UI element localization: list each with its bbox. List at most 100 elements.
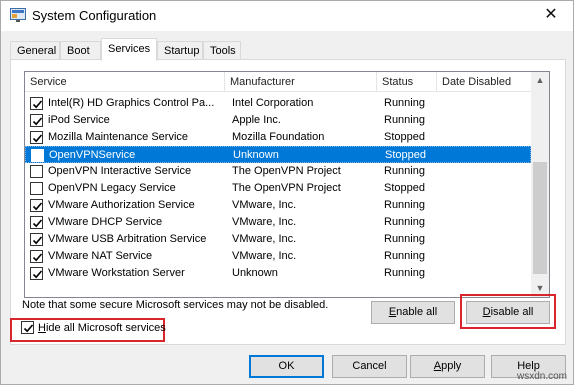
tab-boot[interactable]: Boot — [60, 41, 101, 60]
service-name: OpenVPN Legacy Service — [48, 182, 176, 194]
hide-ms-rest: ide all Microsoft services — [45, 322, 166, 334]
service-status: Stopped — [384, 182, 425, 194]
service-checkbox[interactable] — [30, 114, 43, 127]
service-checkbox[interactable] — [30, 216, 43, 229]
tab-startup[interactable]: Startup — [157, 41, 203, 60]
disable-all-accel: D — [482, 306, 491, 318]
service-name: OpenVPN Interactive Service — [48, 165, 192, 177]
window-title: System Configuration — [32, 8, 157, 23]
list-rows: Intel(R) HD Graphics Control Pa... Intel … — [25, 95, 531, 282]
table-row[interactable]: Intel(R) HD Graphics Control Pa... Intel … — [25, 95, 531, 112]
checkmark-icon — [32, 202, 43, 211]
enable-all-button[interactable]: Enable all — [371, 301, 455, 324]
list-header: Service Manufacturer Status Date Disable… — [25, 72, 531, 92]
service-status: Stopped — [385, 149, 426, 161]
secure-services-note: Note that some secure Microsoft services… — [22, 299, 329, 311]
system-configuration-window: System Configuration ✕ General Boot Serv… — [0, 0, 574, 385]
service-checkbox[interactable] — [30, 267, 43, 280]
service-manufacturer: VMware, Inc. — [232, 199, 297, 211]
column-header-date-disabled[interactable]: Date Disabled — [437, 72, 531, 92]
service-status: Running — [384, 233, 425, 245]
service-manufacturer: The OpenVPN Project — [232, 182, 341, 194]
service-name: VMware USB Arbitration Service — [48, 233, 207, 245]
service-status: Running — [384, 250, 425, 262]
service-manufacturer: Unknown — [233, 149, 279, 161]
service-manufacturer: VMware, Inc. — [232, 216, 297, 228]
service-name: OpenVPNService — [49, 149, 136, 161]
checkmark-icon — [32, 134, 43, 143]
apply-label: pply — [441, 360, 462, 372]
tab-general[interactable]: General — [10, 41, 60, 60]
checkmark-icon — [32, 117, 43, 126]
service-status: Stopped — [384, 131, 425, 143]
service-manufacturer: Mozilla Foundation — [232, 131, 325, 143]
service-checkbox[interactable] — [30, 233, 43, 246]
close-icon[interactable]: ✕ — [529, 1, 573, 31]
service-status: Running — [384, 216, 425, 228]
service-name: iPod Service — [48, 114, 110, 126]
service-status: Running — [384, 199, 425, 211]
service-checkbox[interactable] — [30, 182, 43, 195]
table-row[interactable]: VMware Workstation Server Unknown Running — [25, 265, 531, 282]
table-row[interactable]: VMware USB Arbitration Service VMware, In… — [25, 231, 531, 248]
service-manufacturer: Apple Inc. — [232, 114, 281, 126]
service-manufacturer: The OpenVPN Project — [232, 165, 341, 177]
disable-all-label: isable all — [490, 306, 534, 318]
service-status: Running — [384, 267, 425, 279]
service-checkbox[interactable] — [31, 149, 44, 162]
service-status: Running — [384, 97, 425, 109]
service-status: Running — [384, 165, 425, 177]
cancel-button[interactable]: Cancel — [332, 355, 407, 378]
service-status: Running — [384, 114, 425, 126]
msconfig-app-icon — [10, 8, 26, 22]
apply-button[interactable]: Apply — [410, 355, 485, 378]
service-manufacturer: Intel Corporation — [232, 97, 314, 109]
service-manufacturer: VMware, Inc. — [232, 250, 297, 262]
table-row[interactable]: VMware Authorization Service VMware, Inc.… — [25, 197, 531, 214]
services-list[interactable]: Service Manufacturer Status Date Disable… — [24, 71, 550, 298]
checkmark-icon — [32, 270, 43, 279]
table-row[interactable]: VMware DHCP Service VMware, Inc. Running — [25, 214, 531, 231]
tab-strip: General Boot Services Startup Tools — [10, 38, 570, 61]
checkmark-icon — [32, 100, 43, 109]
services-panel: Service Manufacturer Status Date Disable… — [10, 59, 566, 345]
service-checkbox[interactable] — [30, 131, 43, 144]
title-bar: System Configuration ✕ — [1, 1, 573, 31]
service-checkbox[interactable] — [30, 199, 43, 212]
table-row[interactable]: OpenVPNService Unknown Stopped — [25, 146, 531, 163]
service-checkbox[interactable] — [30, 250, 43, 263]
vertical-scrollbar[interactable]: ▲ ▼ — [531, 72, 549, 297]
service-manufacturer: VMware, Inc. — [232, 233, 297, 245]
service-manufacturer: Unknown — [232, 267, 278, 279]
checkmark-icon — [23, 324, 34, 333]
hide-microsoft-checkbox[interactable] — [21, 321, 34, 334]
service-name: Mozilla Maintenance Service — [48, 131, 189, 143]
tab-tools[interactable]: Tools — [203, 41, 241, 60]
hide-microsoft-label: Hide all Microsoft services — [38, 319, 166, 337]
table-row[interactable]: OpenVPN Interactive Service The OpenVPN P… — [25, 163, 531, 180]
service-checkbox[interactable] — [30, 165, 43, 178]
service-name: VMware DHCP Service — [48, 216, 163, 228]
table-row[interactable]: iPod Service Apple Inc. Running — [25, 112, 531, 129]
scroll-thumb[interactable] — [533, 162, 547, 274]
ok-button[interactable]: OK — [249, 355, 324, 378]
table-row[interactable]: OpenVPN Legacy Service The OpenVPN Projec… — [25, 180, 531, 197]
service-name: VMware NAT Service — [48, 250, 153, 262]
tab-services[interactable]: Services — [101, 38, 157, 61]
checkmark-icon — [32, 219, 43, 228]
hide-ms-accel: H — [38, 322, 46, 334]
disable-all-button[interactable]: Disable all — [466, 301, 550, 324]
service-name: Intel(R) HD Graphics Control Pa... — [48, 97, 215, 109]
checkmark-icon — [32, 236, 43, 245]
service-checkbox[interactable] — [30, 97, 43, 110]
column-header-manufacturer[interactable]: Manufacturer — [225, 72, 377, 92]
table-row[interactable]: VMware NAT Service VMware, Inc. Running — [25, 248, 531, 265]
enable-all-label: nable all — [396, 306, 438, 318]
table-row[interactable]: Mozilla Maintenance Service Mozilla Found… — [25, 129, 531, 146]
service-name: VMware Workstation Server — [48, 267, 185, 279]
column-header-service[interactable]: Service — [25, 72, 225, 92]
service-name: VMware Authorization Service — [48, 199, 195, 211]
scroll-up-icon[interactable]: ▲ — [531, 72, 549, 89]
watermark: wsxdn.com — [516, 371, 567, 382]
column-header-status[interactable]: Status — [377, 72, 437, 92]
